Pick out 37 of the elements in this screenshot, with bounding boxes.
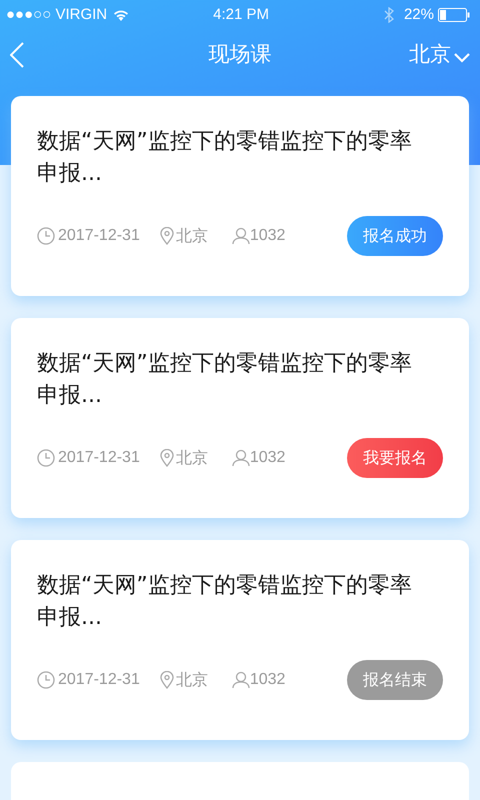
location-pin-icon (160, 227, 174, 245)
participant-count: 1032 (250, 670, 286, 690)
course-card[interactable]: 数据“天网”监控下的零错监控下的零率申报... 2017-12-31 北京 1032 报名成功 (11, 96, 469, 296)
participant-count: 1032 (250, 226, 286, 246)
clock-time: 4:21 PM (213, 4, 270, 25)
location-pin-icon (160, 671, 174, 689)
course-title: 数据“天网”监控下的零错监控下的零率申报... (37, 128, 413, 188)
signup-button[interactable]: 我要报名 (347, 438, 443, 478)
course-card[interactable]: 数据“天网”监控下的零错监控下的零率申报... 2017-12-31 北京 1032 报名结束 (11, 540, 469, 740)
battery-icon (438, 8, 470, 22)
course-location: 北京 (176, 225, 208, 247)
course-location: 北京 (176, 669, 208, 691)
page-title: 现场课 (208, 41, 272, 68)
course-title: 数据“天网”监控下的零错监控下的零率申报... (37, 572, 413, 632)
carrier-signal: ●●●○○ VIRGIN (6, 4, 108, 25)
participant-count: 1032 (250, 448, 286, 468)
location-pin-icon (160, 449, 174, 467)
person-icon (232, 227, 250, 245)
course-location: 北京 (176, 447, 208, 469)
bluetooth-icon (384, 7, 394, 23)
course-date: 2017-12-31 (58, 448, 140, 468)
course-card[interactable]: 数据“天网”监控下的零错监控下的零率申报... 2017-12-31 北京 1032 我要报名 (11, 318, 469, 518)
signup-button[interactable]: 报名结束 (347, 660, 443, 700)
clock-icon (37, 671, 55, 689)
battery-percent: 22% (404, 4, 434, 25)
city-selector[interactable]: 北京 (409, 39, 470, 71)
course-title: 数据“天网”监控下的零错监控下的零率申报... (37, 350, 413, 410)
signup-button[interactable]: 报名成功 (347, 216, 443, 256)
chevron-down-icon (454, 53, 470, 63)
wifi-icon (113, 9, 130, 21)
course-date: 2017-12-31 (58, 670, 140, 690)
clock-icon (37, 449, 55, 467)
back-icon (10, 42, 24, 68)
clock-icon (37, 227, 55, 245)
person-icon (232, 449, 250, 467)
course-date: 2017-12-31 (58, 226, 140, 246)
person-icon (232, 671, 250, 689)
